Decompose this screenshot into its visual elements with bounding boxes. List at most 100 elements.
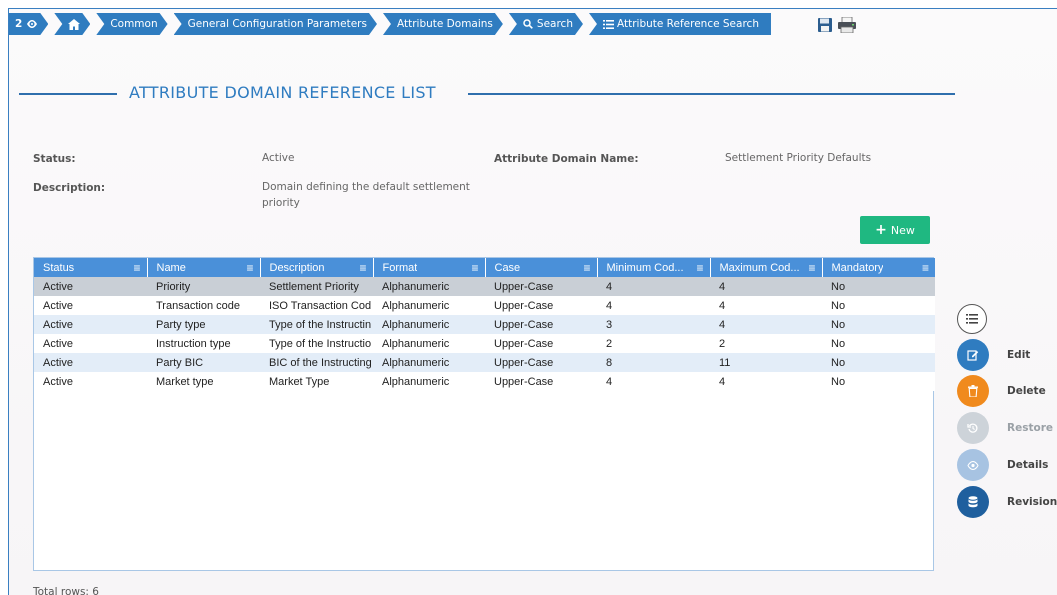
status-value: Active <box>262 152 295 164</box>
cell-status: Active <box>34 334 147 353</box>
column-menu-icon[interactable]: ≡ <box>246 262 253 274</box>
eye-icon[interactable] <box>957 449 989 481</box>
cell-maximum-code: 11 <box>710 353 822 372</box>
title-divider-right <box>468 93 955 95</box>
toolbar-icons <box>817 17 857 33</box>
column-chooser-action[interactable] <box>957 304 987 334</box>
table-row[interactable]: Active Party BIC BIC of the Instructing … <box>34 353 935 372</box>
cell-minimum-code: 8 <box>597 353 710 372</box>
new-button[interactable]: + New <box>860 216 930 244</box>
attribute-domain-name-label: Attribute Domain Name: <box>494 153 639 165</box>
cell-description: Market Type <box>260 372 373 391</box>
total-rows: Total rows: 6 <box>33 586 99 595</box>
trash-icon[interactable] <box>957 375 989 407</box>
cell-status: Active <box>34 296 147 315</box>
column-menu-icon[interactable]: ≡ <box>583 262 590 274</box>
column-menu-icon[interactable]: ≡ <box>808 262 815 274</box>
cell-format: Alphanumeric <box>373 277 485 296</box>
table-row[interactable]: Active Priority Settlement Priority Alph… <box>34 277 935 296</box>
column-menu-icon[interactable]: ≡ <box>696 262 703 274</box>
table-row[interactable]: Active Party type Type of the Instructin… <box>34 315 935 334</box>
cell-description: ISO Transaction Cod <box>260 296 373 315</box>
delete-action[interactable]: Delete <box>957 375 1046 407</box>
breadcrumb-search[interactable]: Search <box>509 13 583 35</box>
cell-name: Party type <box>147 315 260 334</box>
column-menu-icon[interactable]: ≡ <box>359 262 366 274</box>
description-label: Description: <box>33 182 106 194</box>
cell-case: Upper-Case <box>485 353 597 372</box>
cell-description: Type of the Instructin <box>260 315 373 334</box>
column-menu-icon[interactable]: ≡ <box>133 262 140 274</box>
edit-icon[interactable] <box>957 339 989 371</box>
cell-description: BIC of the Instructing <box>260 353 373 372</box>
list-icon <box>602 19 614 29</box>
column-header-description[interactable]: Description ≡ <box>260 258 374 277</box>
cell-status: Active <box>34 372 147 391</box>
breadcrumb-attribute-reference-search[interactable]: Attribute Reference Search <box>588 13 771 35</box>
breadcrumb: 2 Common General Configuration Parameter… <box>9 13 777 35</box>
cell-format: Alphanumeric <box>373 334 485 353</box>
list-icon[interactable] <box>957 304 987 334</box>
cell-maximum-code: 2 <box>710 334 822 353</box>
cell-name: Priority <box>147 277 260 296</box>
eye-icon <box>26 19 38 29</box>
column-header-minimum-code[interactable]: Minimum Cod... ≡ <box>597 258 711 277</box>
breadcrumb-counter[interactable]: 2 <box>9 13 48 35</box>
cell-mandatory: No <box>822 372 935 391</box>
cell-maximum-code: 4 <box>710 277 822 296</box>
cell-maximum-code: 4 <box>710 296 822 315</box>
column-menu-icon[interactable]: ≡ <box>922 262 929 274</box>
database-icon[interactable] <box>957 486 989 518</box>
cell-maximum-code: 4 <box>710 372 822 391</box>
table-row[interactable]: Active Market type Market Type Alphanume… <box>34 372 935 391</box>
page-title: ATTRIBUTE DOMAIN REFERENCE LIST <box>129 83 436 102</box>
description-value: Domain defining the default settlement p… <box>262 181 470 209</box>
cell-case: Upper-Case <box>485 334 597 353</box>
open-count: 2 <box>15 18 23 30</box>
table-row[interactable]: Active Transaction code ISO Transaction … <box>34 296 935 315</box>
cell-minimum-code: 4 <box>597 372 710 391</box>
table-header-row: Status ≡ Name ≡ Description ≡ Format ≡ Case ≡… <box>34 258 935 277</box>
restore-label: Restore <box>1007 422 1053 434</box>
cell-format: Alphanumeric <box>373 315 485 334</box>
cell-mandatory: No <box>822 315 935 334</box>
new-button-label: New <box>890 223 915 237</box>
cell-minimum-code: 2 <box>597 334 710 353</box>
cell-format: Alphanumeric <box>373 353 485 372</box>
edit-label: Edit <box>1007 349 1031 361</box>
column-header-name[interactable]: Name ≡ <box>147 258 261 277</box>
cell-case: Upper-Case <box>485 315 597 334</box>
cell-status: Active <box>34 353 147 372</box>
table-row[interactable]: Active Instruction type Type of the Inst… <box>34 334 935 353</box>
cell-name: Party BIC <box>147 353 260 372</box>
column-header-format[interactable]: Format ≡ <box>373 258 486 277</box>
title-divider-left <box>19 93 117 95</box>
cell-description: Settlement Priority <box>260 277 373 296</box>
breadcrumb-home[interactable] <box>54 13 90 35</box>
cell-case: Upper-Case <box>485 277 597 296</box>
column-header-maximum-code[interactable]: Maximum Cod... ≡ <box>710 258 823 277</box>
print-icon[interactable] <box>837 17 857 33</box>
search-icon <box>523 19 533 29</box>
cell-case: Upper-Case <box>485 296 597 315</box>
details-action[interactable]: Details <box>957 449 1048 481</box>
save-icon[interactable] <box>817 17 833 33</box>
revisions-action[interactable]: Revisions <box>957 486 1057 518</box>
edit-action[interactable]: Edit <box>957 339 1030 371</box>
breadcrumb-general-config[interactable]: General Configuration Parameters <box>174 13 377 35</box>
breadcrumb-common[interactable]: Common <box>96 13 167 35</box>
column-menu-icon[interactable]: ≡ <box>471 262 478 274</box>
column-header-mandatory[interactable]: Mandatory ≡ <box>822 258 935 277</box>
cell-format: Alphanumeric <box>373 372 485 391</box>
cell-case: Upper-Case <box>485 372 597 391</box>
cell-status: Active <box>34 277 147 296</box>
column-header-case[interactable]: Case ≡ <box>485 258 598 277</box>
plus-icon: + <box>875 222 887 238</box>
column-header-status[interactable]: Status ≡ <box>34 258 148 277</box>
cell-mandatory: No <box>822 353 935 372</box>
cell-minimum-code: 4 <box>597 296 710 315</box>
restore-icon[interactable] <box>957 412 989 444</box>
breadcrumb-attribute-domains[interactable]: Attribute Domains <box>383 13 503 35</box>
cell-name: Instruction type <box>147 334 260 353</box>
restore-action[interactable]: Restore <box>957 412 1053 444</box>
